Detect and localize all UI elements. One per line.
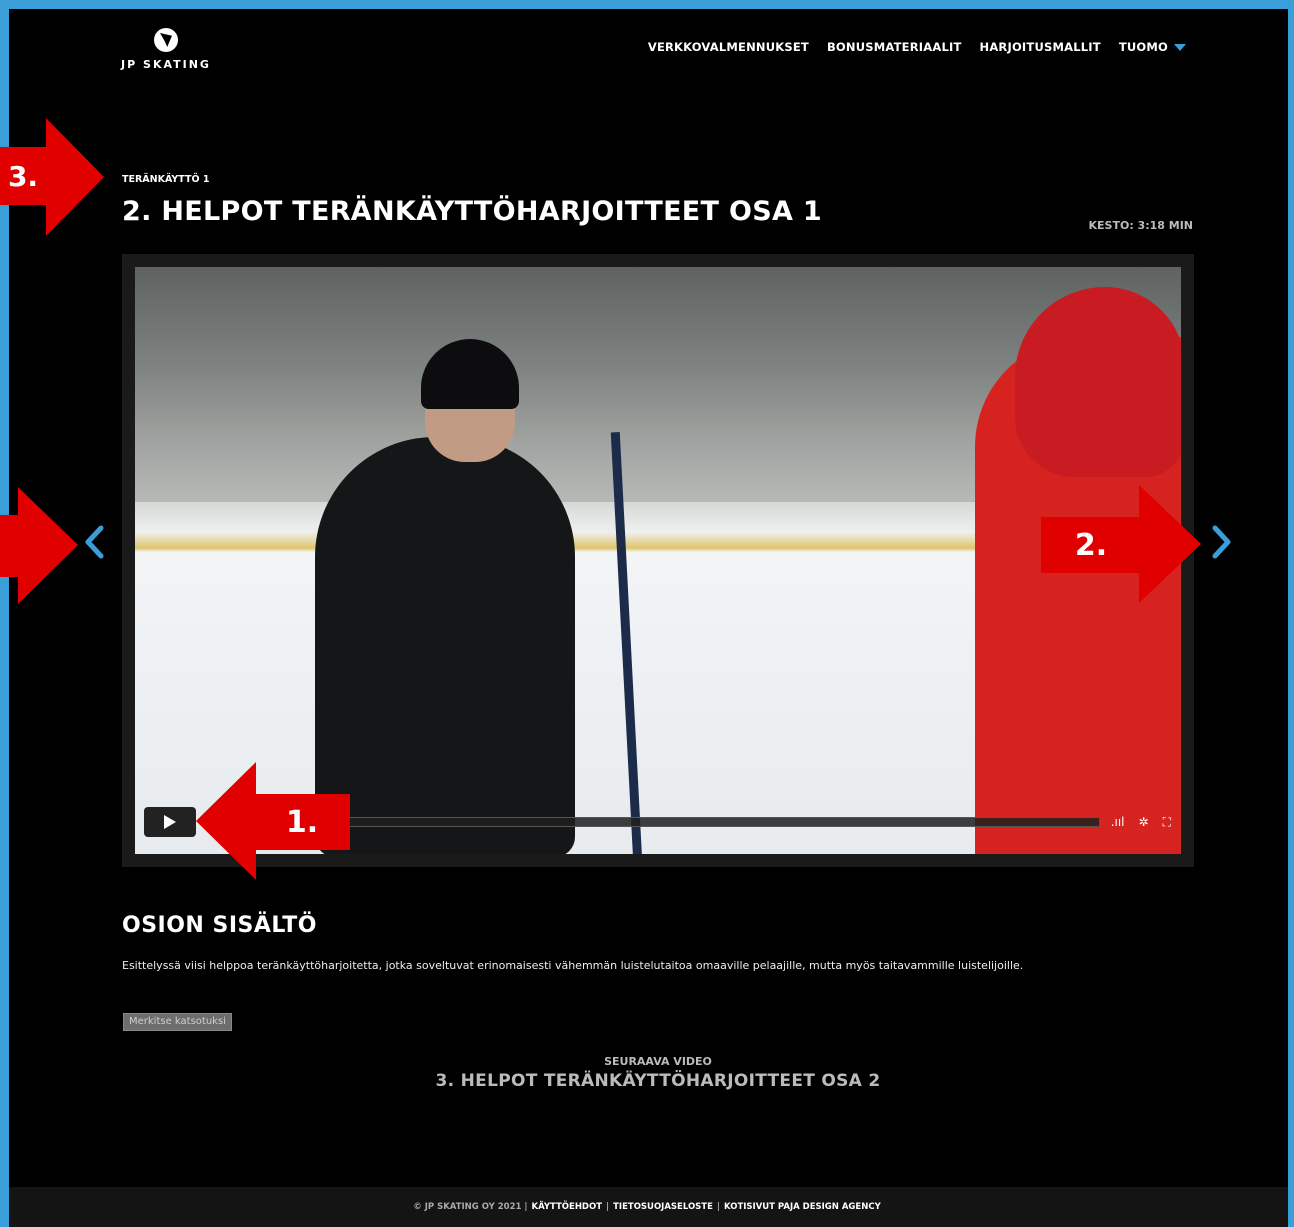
annotation-arrow-2 (1139, 485, 1201, 603)
skater-logo-icon (154, 28, 178, 52)
nav-harjoitusmallit[interactable]: HARJOITUSMALLIT (980, 40, 1101, 54)
next-video-link[interactable]: 3. HELPOT TERÄNKÄYTTÖHARJOITTEET OSA 2 (0, 1071, 1294, 1091)
footer-link-terms[interactable]: KÄYTTÖEHDOT (531, 1202, 602, 1212)
footer-separator: | (606, 1202, 610, 1212)
video-player[interactable]: .ııl ✲ ⛶ (122, 254, 1194, 867)
gear-icon[interactable]: ✲ (1136, 815, 1152, 829)
annotation-arrow-1 (196, 762, 256, 880)
next-video-arrow[interactable] (1212, 525, 1232, 559)
fullscreen-icon[interactable]: ⛶ (1160, 815, 1174, 830)
chevron-left-icon (85, 525, 104, 559)
nav-verkkovalmennukset[interactable]: VERKKOVALMENNUKSET (648, 40, 809, 54)
user-menu[interactable]: TUOMO (1119, 40, 1186, 54)
video-duration: KESTO: 3:18 MIN (1088, 219, 1193, 232)
volume-icon[interactable]: .ııl (1108, 815, 1128, 829)
logo-text: JP SKATING (121, 58, 211, 71)
footer-link-agency[interactable]: KOTISIVUT PAJA DESIGN AGENCY (724, 1202, 881, 1212)
chevron-down-icon (1174, 43, 1186, 51)
footer: © JP SKATING OY 2021 | KÄYTTÖEHDOT | TIE… (0, 1187, 1294, 1227)
section-description: Esittelyssä viisi helppoa teränkäyttöhar… (122, 959, 1024, 972)
annotation-label-3: 3. (0, 147, 46, 205)
annotation-arrow-3 (46, 118, 104, 236)
video-helmet (1015, 287, 1181, 477)
video-frame[interactable]: .ııl ✲ ⛶ (135, 267, 1181, 854)
logo[interactable]: JP SKATING (116, 28, 216, 71)
next-video-label: SEURAAVA VIDEO (604, 1055, 712, 1068)
footer-copyright: © JP SKATING OY 2021 | (413, 1202, 528, 1212)
user-name: TUOMO (1118, 40, 1168, 54)
nav-bonusmateriaalit[interactable]: BONUSMATERIAALIT (827, 40, 962, 54)
play-button[interactable] (144, 807, 196, 837)
page-title: 2. HELPOT TERÄNKÄYTTÖHARJOITTEET OSA 1 (122, 196, 822, 227)
chevron-right-icon (1212, 525, 1231, 559)
footer-separator: | (716, 1202, 721, 1212)
prev-video-arrow[interactable] (84, 525, 104, 559)
annotation-label-1: 1. (254, 794, 350, 850)
breadcrumb: TERÄNKÄYTTÖ 1 (122, 174, 210, 185)
section-title: OSION SISÄLTÖ (122, 913, 317, 938)
video-progress-bar[interactable] (294, 817, 1100, 827)
play-icon (164, 815, 176, 829)
annotation-label-2: 2. (1041, 517, 1141, 573)
video-coach (315, 437, 575, 854)
footer-link-privacy[interactable]: TIETOSUOJASELOSTE (613, 1202, 713, 1212)
mark-watched-button[interactable]: Merkitse katsotuksi (123, 1013, 232, 1031)
main-nav: VERKKOVALMENNUKSET BONUSMATERIAALIT HARJ… (648, 40, 1186, 54)
annotation-arrow-prev (0, 487, 78, 604)
